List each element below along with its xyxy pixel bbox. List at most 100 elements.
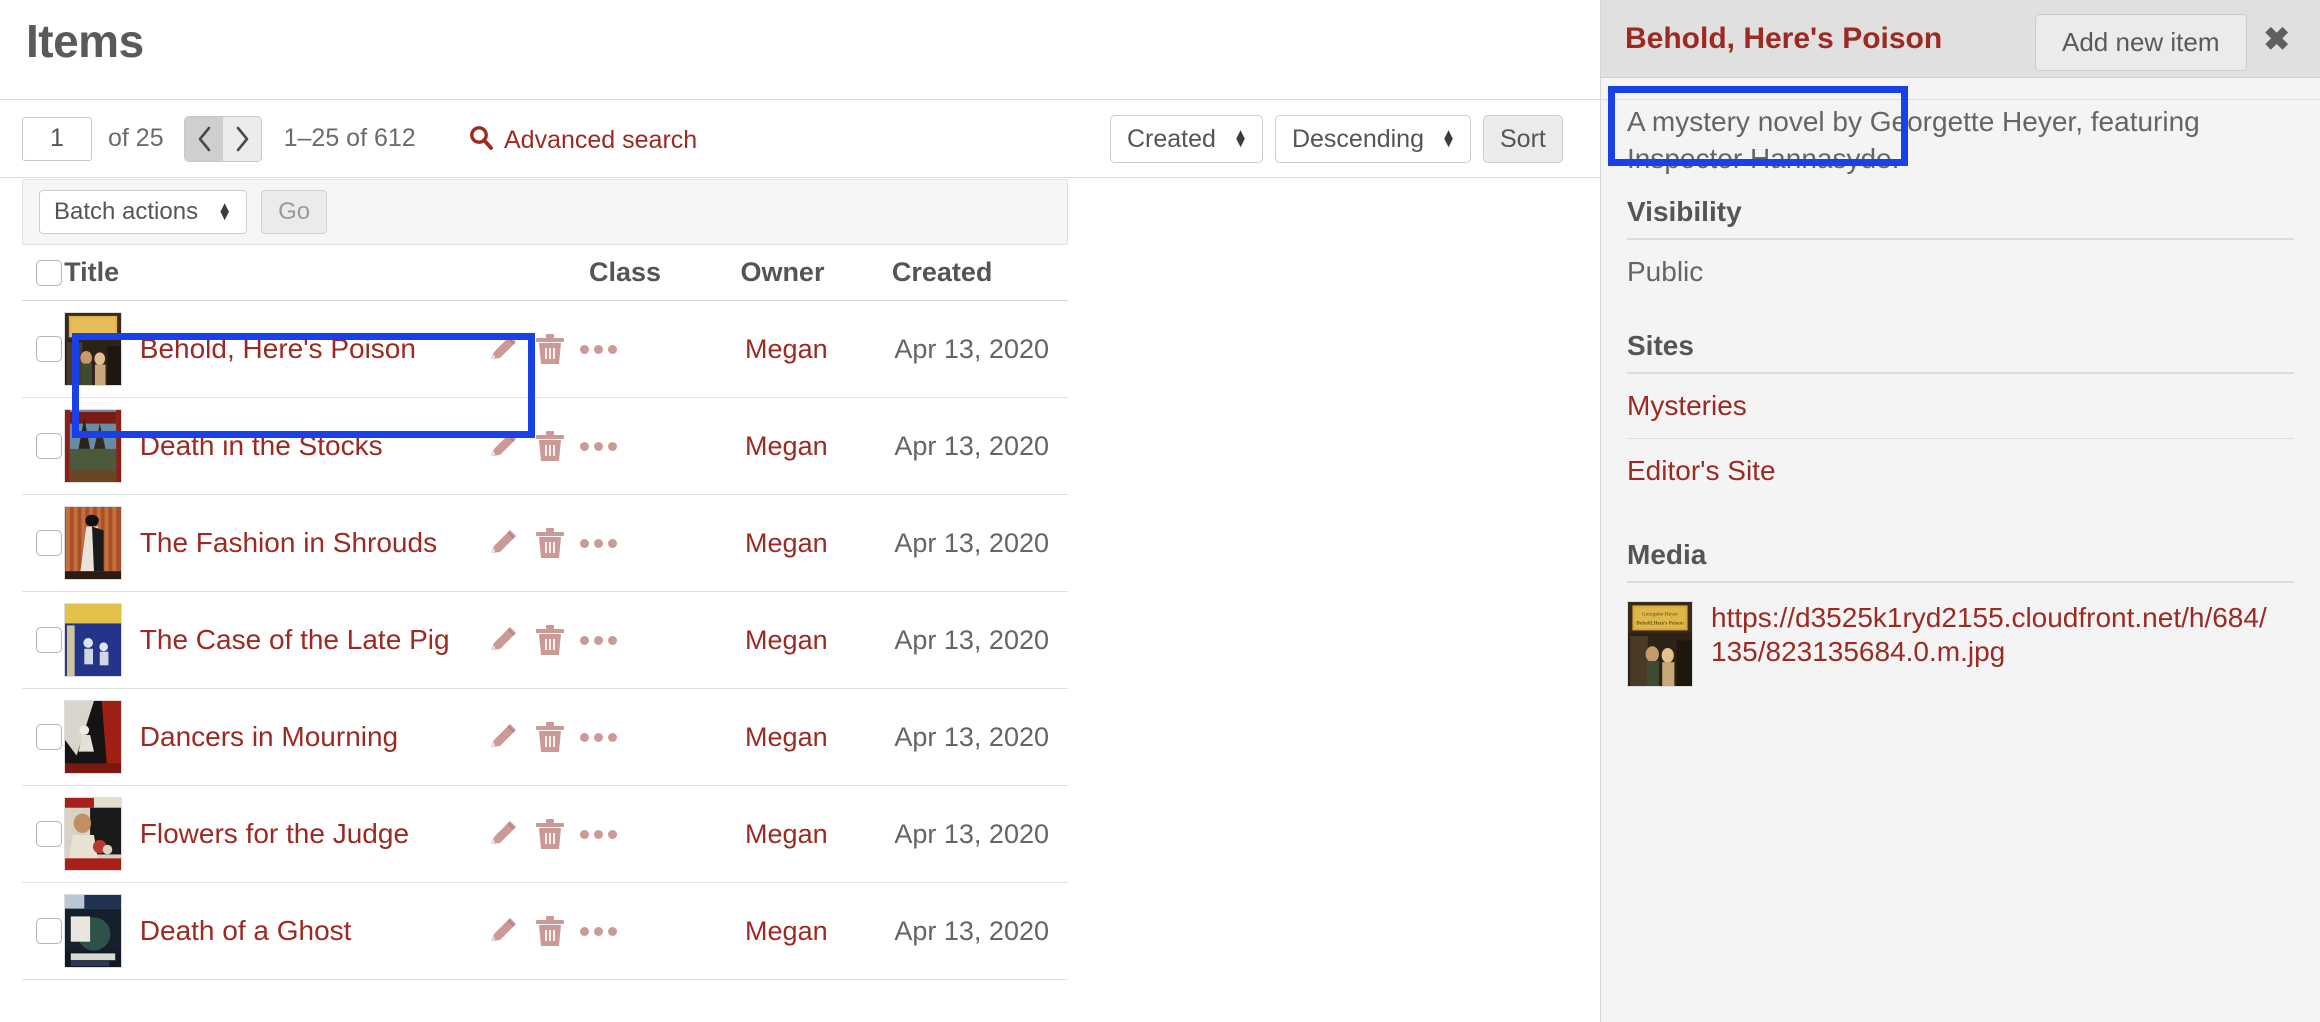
row-checkbox[interactable] [36, 724, 62, 750]
owner-link[interactable]: Megan [745, 819, 828, 849]
more-ellipsis-icon[interactable] [579, 344, 617, 354]
advanced-search-link[interactable]: Advanced search [468, 124, 697, 157]
edit-pencil-icon[interactable] [486, 526, 520, 560]
row-actions-cell [486, 526, 617, 560]
media-thumbnail[interactable]: Georgette Heyer Behold,Here's Poison [1627, 600, 1693, 687]
svg-text:Georgette Heyer: Georgette Heyer [1642, 611, 1679, 617]
chevron-updown-icon: ▲ ▼ [1441, 126, 1456, 151]
select-all-checkbox[interactable] [36, 259, 62, 286]
page-header: Items Add new item [0, 0, 2320, 100]
created-date: Apr 13, 2020 [894, 430, 1049, 461]
item-title-link[interactable]: Death in the Stocks [140, 430, 383, 462]
more-ellipsis-icon[interactable] [579, 538, 617, 548]
batch-actions-select[interactable]: Batch actions ▲ ▼ [39, 190, 248, 234]
media-heading: Media [1627, 538, 1707, 570]
row-select-cell [22, 530, 64, 556]
row-created-cell: Apr 13, 2020 [894, 916, 1068, 947]
row-owner-cell: Megan [745, 334, 894, 365]
owner-link[interactable]: Megan [745, 431, 828, 461]
previous-page-button[interactable] [184, 116, 223, 161]
edit-pencil-icon[interactable] [486, 720, 520, 754]
delete-trash-icon[interactable] [534, 623, 566, 657]
edit-pencil-icon[interactable] [486, 429, 520, 463]
owner-link[interactable]: Megan [745, 625, 828, 655]
column-header-class: Class [588, 257, 662, 287]
edit-pencil-icon[interactable] [486, 817, 520, 851]
delete-trash-icon [535, 625, 564, 655]
item-thumbnail[interactable] [63, 409, 122, 483]
owner-link[interactable]: Megan [745, 334, 828, 364]
batch-actions-value: Batch actions [54, 198, 199, 225]
item-title-link[interactable]: Dancers in Mourning [140, 721, 398, 753]
next-page-button[interactable] [222, 116, 261, 161]
more-ellipsis-icon[interactable] [579, 829, 617, 839]
delete-trash-icon[interactable] [534, 914, 566, 948]
site-link-editors-site[interactable]: Editor's Site [1627, 439, 2294, 503]
item-thumbnail[interactable] [63, 797, 122, 871]
item-title-link[interactable]: The Case of the Late Pig [140, 624, 450, 656]
owner-link[interactable]: Megan [745, 916, 828, 946]
row-checkbox[interactable] [36, 627, 62, 653]
row-owner-cell: Megan [745, 722, 894, 753]
item-title-link[interactable]: Behold, Here's Poison [140, 333, 416, 365]
delete-trash-icon[interactable] [534, 332, 566, 366]
sort-by-select[interactable]: Created ▲ ▼ [1110, 115, 1263, 163]
media-url-link[interactable]: https://d3525k1ryd2155.cloudfront.net/h/… [1711, 601, 2271, 668]
item-thumbnail[interactable] [63, 603, 122, 677]
item-thumbnail[interactable] [63, 312, 122, 386]
created-date: Apr 13, 2020 [894, 818, 1049, 849]
more-ellipsis-icon[interactable] [579, 635, 617, 645]
delete-trash-icon[interactable] [534, 817, 566, 851]
edit-pencil-icon [490, 724, 516, 747]
item-title-link[interactable]: Death of a Ghost [140, 915, 352, 947]
add-new-item-button[interactable]: Add new item [2035, 14, 2247, 71]
row-checkbox[interactable] [36, 433, 62, 459]
row-title-cell: The Case of the Late Pig [63, 603, 486, 677]
edit-pencil-icon [490, 336, 516, 359]
more-ellipsis-icon[interactable] [579, 732, 617, 742]
sort-direction-select[interactable]: Descending ▲ ▼ [1274, 115, 1471, 163]
created-date: Apr 13, 2020 [894, 333, 1049, 364]
edit-pencil-icon[interactable] [486, 332, 520, 366]
page-total-label: of 25 [108, 124, 164, 152]
delete-trash-icon [535, 916, 564, 946]
table-row: Flowers for the Judge Megan Apr 13, 2020 [22, 786, 1068, 883]
row-checkbox[interactable] [36, 918, 62, 944]
book-cover-behold-heres-poison: Georgette Heyer Behold,Here's Poison [1628, 601, 1692, 686]
panel-body: A mystery novel by Georgette Heyer, feat… [1601, 78, 2320, 687]
more-ellipsis-icon[interactable] [579, 441, 617, 451]
row-title-cell: Death of a Ghost [63, 894, 486, 968]
item-thumbnail[interactable] [63, 506, 122, 580]
list-toolbar: of 25 1–25 of 612 [0, 100, 1600, 178]
item-title-link[interactable]: The Fashion in Shrouds [140, 527, 437, 559]
pagination-controls[interactable] [183, 115, 262, 162]
edit-pencil-icon [490, 821, 516, 844]
edit-pencil-icon[interactable] [486, 623, 520, 657]
delete-trash-icon[interactable] [534, 720, 566, 754]
delete-trash-icon[interactable] [534, 526, 566, 560]
batch-go-button[interactable]: Go [261, 190, 328, 234]
site-link-mysteries[interactable]: Mysteries [1627, 374, 2294, 439]
column-header-owner: Owner [740, 257, 825, 287]
row-owner-cell: Megan [745, 528, 894, 559]
page-number-input[interactable] [22, 116, 92, 161]
delete-trash-icon[interactable] [534, 429, 566, 463]
owner-link[interactable]: Megan [745, 528, 828, 558]
row-checkbox[interactable] [36, 821, 62, 847]
result-range-label: 1–25 of 612 [283, 124, 416, 152]
row-checkbox[interactable] [36, 336, 62, 362]
row-checkbox[interactable] [36, 530, 62, 556]
item-title-link[interactable]: Flowers for the Judge [140, 818, 409, 850]
item-thumbnail[interactable] [63, 700, 122, 774]
search-icon [468, 124, 494, 157]
row-created-cell: Apr 13, 2020 [894, 334, 1068, 365]
row-actions-cell [486, 623, 617, 657]
edit-pencil-icon[interactable] [486, 914, 520, 948]
row-title-cell: Death in the Stocks [63, 409, 486, 483]
table-row: Death of a Ghost Megan Apr 13, 2020 [22, 883, 1068, 980]
more-ellipsis-icon[interactable] [579, 926, 617, 936]
items-table: Title Class Owner Created Behold, Here's… [22, 245, 1068, 980]
item-thumbnail[interactable] [63, 894, 122, 968]
sort-button[interactable]: Sort [1482, 115, 1563, 163]
owner-link[interactable]: Megan [745, 722, 828, 752]
